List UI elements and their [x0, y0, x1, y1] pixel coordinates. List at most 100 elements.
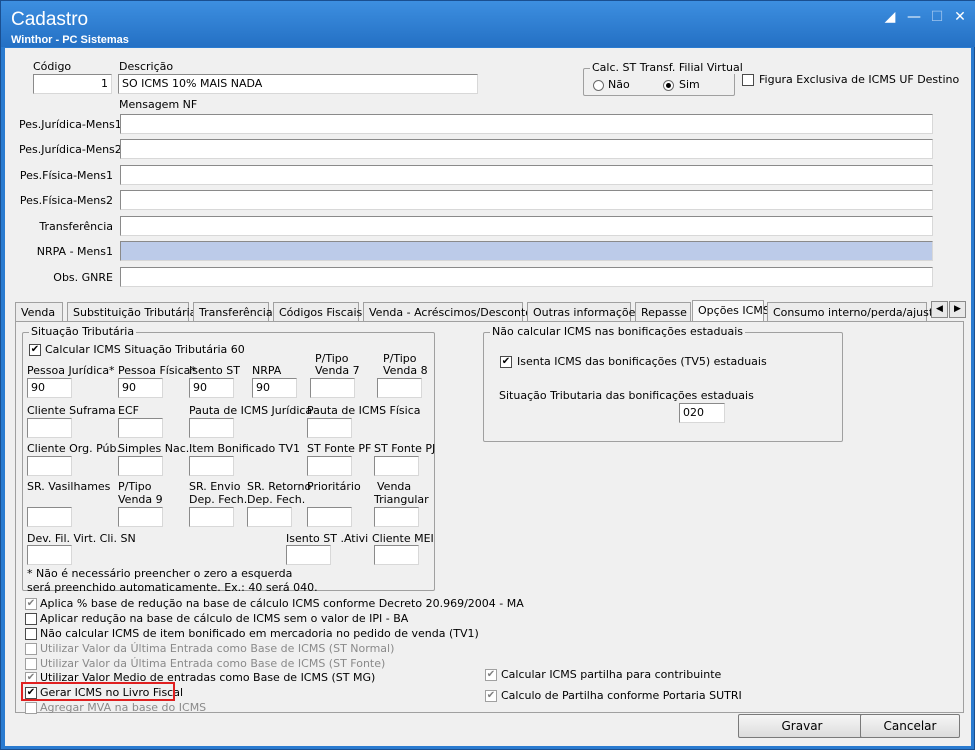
prior-label: Prioritário — [307, 480, 361, 493]
devfil-input[interactable] — [27, 545, 72, 565]
tab-panel-opcoes-icms: Situação Tributária ✔ Calcular ICMS Situ… — [15, 321, 964, 714]
msg-input-nrpa[interactable] — [120, 241, 933, 261]
cadastro-window: Cadastro Winthor - PC Sistemas ◢ — ☐ ✕ C… — [0, 0, 975, 750]
simples-input[interactable] — [118, 456, 163, 476]
srenvio-label-line2: Dep. Fech. — [189, 493, 248, 506]
stfpf-label: ST Fonte PF — [307, 442, 372, 455]
option-partilha-sutri-label: Calculo de Partilha conforme Portaria SU… — [501, 689, 742, 702]
ecf-input[interactable] — [118, 418, 163, 438]
ptv9-label-line1: P/Tipo — [118, 480, 152, 493]
option-ultima-entrada-fonte-checkbox — [25, 658, 37, 670]
descricao-label: Descrição — [119, 60, 174, 73]
option-item-bonificado-label: Não calcular ICMS de item bonificado em … — [40, 627, 479, 640]
mei-label: Cliente MEI — [372, 532, 434, 545]
msg-input-pj2[interactable] — [120, 139, 933, 159]
option-item-bonificado-checkbox[interactable] — [25, 628, 37, 640]
form-body: Código 1 Descrição SO ICMS 10% MAIS NADA… — [5, 48, 971, 746]
maximize-icon: ☐ — [930, 9, 944, 25]
sit-bonificacoes-input[interactable]: 020 — [679, 403, 725, 423]
calc60-checkbox[interactable]: ✔ — [29, 344, 41, 356]
msg-input-pf1[interactable] — [120, 165, 933, 185]
suframa-input[interactable] — [27, 418, 72, 438]
highlight-box — [21, 682, 175, 701]
msg-input-pj1[interactable] — [120, 114, 933, 134]
msg-label-pj2: Pes.Jurídica-Mens2 — [19, 143, 122, 156]
msg-label-gnre: Obs. GNRE — [53, 271, 113, 284]
pauta-pj-input[interactable] — [189, 418, 234, 438]
msg-input-gnre[interactable] — [120, 267, 933, 287]
stfpf-input[interactable] — [307, 456, 352, 476]
pf-input[interactable]: 90 — [118, 378, 163, 398]
srret-input[interactable] — [247, 507, 292, 527]
tab-transferencia[interactable]: Transferência — [193, 302, 273, 322]
option-ultima-entrada-normal-checkbox — [25, 643, 37, 655]
pj-input[interactable]: 90 — [27, 378, 72, 398]
vasil-input[interactable] — [27, 507, 72, 527]
msg-label-transferencia: Transferência — [39, 220, 113, 233]
tab-scroll-right-icon[interactable]: ▶ — [949, 301, 966, 318]
tab-opcoes-icms[interactable]: Opções ICMS — [692, 300, 770, 323]
tab-repasse[interactable]: Repasse — [635, 302, 691, 322]
msg-label-pf2: Pes.Física-Mens2 — [19, 194, 113, 207]
window-subtitle: Winthor - PC Sistemas — [11, 34, 129, 46]
tab-outras-informacoes[interactable]: Outras informações — [527, 302, 641, 322]
tab-venda[interactable]: Venda — [15, 302, 63, 322]
radio-nao-label: Não — [608, 78, 630, 91]
descricao-input[interactable]: SO ICMS 10% MAIS NADA — [118, 74, 478, 94]
option-partilha-contribuinte-label: Calcular ICMS partilha para contribuinte — [501, 668, 722, 681]
tab-venda-acrescimos[interactable]: Venda - Acréscimos/Descontos — [363, 302, 538, 322]
tab-consumo-interno[interactable]: Consumo interno/perda/ajuste — [767, 302, 940, 322]
ecf-label: ECF — [118, 404, 139, 417]
ptv9-input[interactable] — [118, 507, 163, 527]
isenta-bonificacoes-checkbox[interactable]: ✔ — [500, 356, 512, 368]
srenvio-input[interactable] — [189, 507, 234, 527]
pauta-pj-label: Pauta de ICMS Jurídica — [189, 404, 313, 417]
devfil-label: Dev. Fil. Virt. Cli. SN — [27, 532, 136, 545]
figura-exclusiva-label: Figura Exclusiva de ICMS UF Destino — [759, 73, 960, 86]
isentoativi-input[interactable] — [286, 545, 331, 565]
vasil-label: SR. Vasilhames — [27, 480, 111, 493]
srenvio-label-line1: SR. Envio — [189, 480, 241, 493]
codigo-input[interactable]: 1 — [33, 74, 112, 94]
msg-input-pf2[interactable] — [120, 190, 933, 210]
figura-exclusiva-checkbox[interactable] — [742, 74, 754, 86]
tab-codigos-fiscais[interactable]: Códigos Fiscais — [273, 302, 362, 322]
tab-substituicao-tributaria[interactable]: Substituição Tributária — [67, 302, 196, 322]
radio-nao[interactable] — [593, 80, 604, 91]
vtri-input[interactable] — [374, 507, 419, 527]
close-icon[interactable]: ✕ — [951, 9, 969, 25]
option-agregar-mva-label: Agregar MVA na base do ICMS — [40, 701, 207, 714]
situacao-tributaria-title: Situação Tributária — [29, 325, 137, 338]
option-reducao-ipi-checkbox[interactable] — [25, 613, 37, 625]
minimize-icon[interactable]: — — [905, 9, 923, 25]
option-decreto-ma-label: Aplica % base de redução na base de cálc… — [40, 597, 524, 610]
nrpa-input[interactable]: 90 — [252, 378, 297, 398]
gravar-button[interactable]: Gravar — [738, 714, 866, 738]
stfpj-label: ST Fonte PJ — [374, 442, 436, 455]
radio-sim[interactable] — [663, 80, 674, 91]
edit-icon[interactable]: ◢ — [881, 9, 899, 25]
stfpj-input[interactable] — [374, 456, 419, 476]
srret-label-line2: Dep. Fech. — [247, 493, 306, 506]
itembon-input[interactable] — [189, 456, 234, 476]
pauta-pf-input[interactable] — [307, 418, 352, 438]
option-agregar-mva-checkbox — [25, 702, 37, 714]
pf-label: Pessoa Física* — [118, 364, 196, 377]
calc-st-group: Calc. ST Transf. Filial Virtual Não Sim — [583, 61, 745, 96]
calc60-label: Calcular ICMS Situação Tributária 60 — [45, 343, 245, 356]
msg-input-transferencia[interactable] — [120, 216, 933, 236]
mensagem-nf-label: Mensagem NF — [119, 98, 198, 111]
isento-st-label: Isento ST — [189, 364, 240, 377]
prior-input[interactable] — [307, 507, 352, 527]
codigo-label: Código — [33, 60, 72, 73]
isento-st-input[interactable]: 90 — [189, 378, 234, 398]
tab-scroll-left-icon[interactable]: ◀ — [931, 301, 948, 318]
note-line2: será preenchido automaticamente. Ex.: 40… — [27, 581, 318, 594]
srret-label-line1: SR. Retorno — [247, 480, 312, 493]
ptv8-input[interactable] — [377, 378, 422, 398]
cancelar-button[interactable]: Cancelar — [860, 714, 960, 738]
mei-input[interactable] — [374, 545, 419, 565]
orgpub-input[interactable] — [27, 456, 72, 476]
situacao-tributaria-group: Situação Tributária ✔ Calcular ICMS Situ… — [22, 325, 436, 594]
ptv7-input[interactable] — [310, 378, 355, 398]
